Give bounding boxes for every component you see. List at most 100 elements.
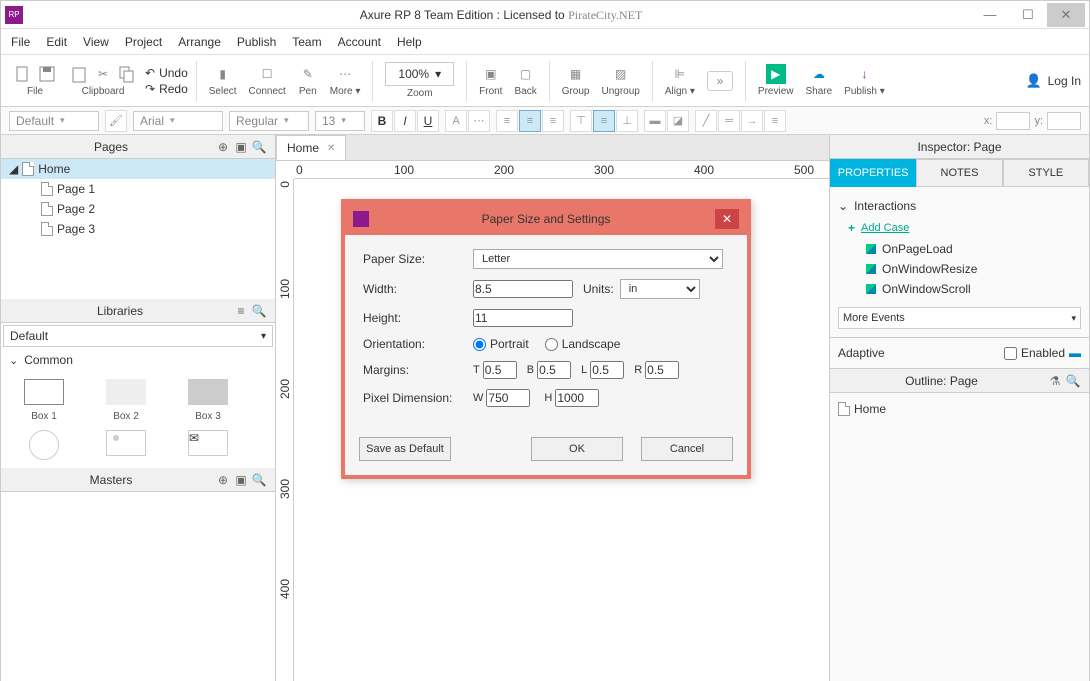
page-3[interactable]: Page 3 — [1, 219, 275, 239]
cancel-button[interactable]: Cancel — [641, 437, 733, 461]
event-onwindowscroll[interactable]: OnWindowScroll — [838, 279, 1081, 299]
add-master-icon[interactable]: ⊕ — [215, 472, 231, 488]
italic-button[interactable]: I — [394, 110, 416, 132]
menu-team[interactable]: Team — [292, 35, 321, 49]
line-style-button[interactable]: ═ — [718, 110, 740, 132]
canvas-tab-home[interactable]: Home✕ — [276, 135, 346, 160]
event-onpageload[interactable]: OnPageLoad — [838, 239, 1081, 259]
shape-box1[interactable]: Box 1 — [9, 379, 79, 422]
width-input[interactable] — [473, 280, 573, 298]
copy-icon[interactable] — [117, 64, 137, 84]
lib-search-icon[interactable]: 🔍 — [251, 303, 267, 319]
shape-mail[interactable]: ✉ — [173, 430, 243, 460]
margin-bottom-input[interactable] — [537, 361, 571, 379]
underline-button[interactable]: U — [417, 110, 439, 132]
align-center-button[interactable]: ≡ — [519, 110, 541, 132]
shape-box3[interactable]: Box 3 — [173, 379, 243, 422]
more-events-combo[interactable]: More Events — [838, 307, 1081, 329]
login-button[interactable]: 👤 Log In — [1025, 73, 1081, 89]
menu-help[interactable]: Help — [397, 35, 422, 49]
cut-icon[interactable]: ✂ — [93, 64, 113, 84]
master-search-icon[interactable]: 🔍 — [251, 472, 267, 488]
size-combo[interactable]: 13 — [315, 111, 365, 131]
bold-button[interactable]: B — [371, 110, 393, 132]
style-paint-icon[interactable]: 🖌 — [105, 110, 127, 132]
menu-file[interactable]: File — [11, 35, 30, 49]
y-input[interactable] — [1047, 112, 1081, 130]
menu-account[interactable]: Account — [338, 35, 381, 49]
shape-box2[interactable]: Box 2 — [91, 379, 161, 422]
publish-icon[interactable]: ↓ — [854, 64, 874, 84]
tab-notes[interactable]: NOTES — [916, 159, 1002, 187]
add-case-button[interactable]: + Add Case — [838, 217, 1081, 239]
minimize-button[interactable]: — — [971, 3, 1009, 27]
menu-publish[interactable]: Publish — [237, 35, 276, 49]
height-input[interactable] — [473, 309, 573, 327]
connect-icon[interactable]: ☐ — [257, 64, 277, 84]
x-input[interactable] — [996, 112, 1030, 130]
save-icon[interactable] — [37, 64, 57, 84]
margin-right-input[interactable] — [645, 361, 679, 379]
close-button[interactable]: ✕ — [1047, 3, 1085, 27]
dialog-close-button[interactable]: ✕ — [715, 209, 739, 229]
font-combo[interactable]: Arial — [133, 111, 223, 131]
adaptive-icon[interactable]: ▬ — [1069, 346, 1081, 360]
shadow-button[interactable]: ◪ — [667, 110, 689, 132]
ok-button[interactable]: OK — [531, 437, 623, 461]
interactions-section[interactable]: ⌄ Interactions — [838, 195, 1081, 217]
redo-button[interactable]: ↷ Redo — [145, 82, 188, 96]
select-icon[interactable]: ▮ — [213, 64, 233, 84]
page-home[interactable]: ◢ Home — [1, 159, 275, 179]
shape-image[interactable] — [91, 430, 161, 460]
zoom-combo[interactable]: 100% ▾ — [385, 62, 454, 86]
arrow-button[interactable]: → — [741, 110, 763, 132]
share-icon[interactable]: ☁ — [809, 64, 829, 84]
line-width-button[interactable]: ≡ — [764, 110, 786, 132]
menu-edit[interactable]: Edit — [46, 35, 67, 49]
style-combo[interactable]: Default — [9, 111, 99, 131]
undo-button[interactable]: ↶ Undo — [145, 66, 188, 80]
landscape-radio[interactable]: Landscape — [545, 337, 621, 351]
line-button[interactable]: ╱ — [695, 110, 717, 132]
lib-menu-icon[interactable]: ≡ — [233, 303, 249, 319]
paper-size-select[interactable]: Letter — [473, 249, 723, 269]
preview-icon[interactable]: ▶ — [766, 64, 786, 84]
search-icon[interactable]: 🔍 — [251, 139, 267, 155]
tab-style[interactable]: STYLE — [1003, 159, 1089, 187]
align-left-button[interactable]: ≡ — [496, 110, 518, 132]
menu-arrange[interactable]: Arrange — [178, 35, 221, 49]
align-icon[interactable]: ⊫ — [670, 64, 690, 84]
front-icon[interactable]: ▣ — [481, 64, 501, 84]
units-select[interactable]: in — [620, 279, 700, 299]
valign-top-button[interactable]: ⊤ — [570, 110, 592, 132]
text-color-button[interactable]: A — [445, 110, 467, 132]
outline-filter-icon[interactable]: ⚗ — [1047, 373, 1063, 389]
margin-left-input[interactable] — [590, 361, 624, 379]
lib-section-common[interactable]: ⌄ Common — [1, 349, 275, 371]
save-default-button[interactable]: Save as Default — [359, 437, 451, 461]
shape-ellipse[interactable] — [9, 430, 79, 460]
outline-search-icon[interactable]: 🔍 — [1065, 373, 1081, 389]
master-folder-icon[interactable]: ▣ — [233, 472, 249, 488]
more-text-button[interactable]: ⋯ — [468, 110, 490, 132]
tab-properties[interactable]: PROPERTIES — [830, 159, 916, 187]
new-file-icon[interactable] — [13, 64, 33, 84]
event-onwindowresize[interactable]: OnWindowResize — [838, 259, 1081, 279]
valign-mid-button[interactable]: ≡ — [593, 110, 615, 132]
page-2[interactable]: Page 2 — [1, 199, 275, 219]
back-icon[interactable]: ▢ — [516, 64, 536, 84]
margin-top-input[interactable] — [483, 361, 517, 379]
menu-view[interactable]: View — [83, 35, 109, 49]
overflow-button[interactable]: » — [707, 71, 733, 91]
page-1[interactable]: Page 1 — [1, 179, 275, 199]
more-icon[interactable]: ⋯ — [335, 64, 355, 84]
menu-project[interactable]: Project — [125, 35, 162, 49]
outline-item-home[interactable]: Home — [838, 399, 1081, 419]
enabled-checkbox[interactable] — [1004, 347, 1017, 360]
align-right-button[interactable]: ≡ — [542, 110, 564, 132]
maximize-button[interactable]: ☐ — [1009, 3, 1047, 27]
paste-icon[interactable] — [69, 64, 89, 84]
valign-bot-button[interactable]: ⊥ — [616, 110, 638, 132]
tab-close-icon[interactable]: ✕ — [327, 143, 335, 154]
weight-combo[interactable]: Regular — [229, 111, 309, 131]
